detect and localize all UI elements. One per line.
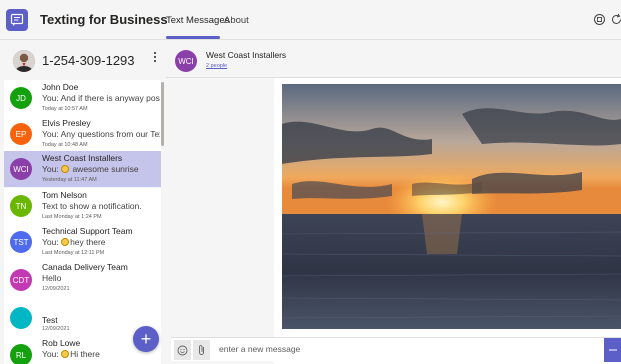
send-icon: [608, 349, 617, 351]
new-conversation-button[interactable]: +: [133, 326, 159, 352]
contact-name: Test: [42, 315, 58, 325]
refresh-icon[interactable]: [610, 13, 621, 26]
list-scrollbar[interactable]: [161, 82, 164, 146]
contact-name: Tom Nelson: [42, 190, 87, 200]
app-title: Texting for Business: [40, 12, 168, 27]
preview-prefix: You:: [42, 164, 62, 174]
list-item[interactable]: JD John Doe You: And if there is anyway …: [4, 80, 161, 116]
avatar: CDT: [10, 269, 32, 291]
sunrise-photo[interactable]: [282, 84, 621, 329]
preview-text: hey there: [70, 237, 106, 247]
message-preview: You: Any questions from our Textin: [42, 129, 160, 139]
preview-prefix: You:: [42, 349, 62, 359]
app-header: Texting for Business Text Messages About: [0, 0, 621, 40]
list-item[interactable]: TST Technical Support Team You: hey ther…: [4, 224, 161, 260]
smiley-emoji-icon: [61, 350, 70, 358]
message-preview: You: hey there: [42, 237, 160, 247]
list-item[interactable]: TN Tom Nelson Text to show a notificatio…: [4, 188, 161, 224]
timestamp: Yesterday at 11:47 AM: [42, 177, 97, 183]
timestamp: Today at 10:57 AM: [42, 106, 88, 112]
active-tab-indicator: [166, 36, 220, 39]
popout-icon[interactable]: [593, 13, 606, 26]
avatar: [10, 307, 32, 329]
message-composer: enter a new message: [171, 337, 621, 362]
account-phone-number: 1-254-309-1293: [42, 53, 135, 68]
preview-prefix: You:: [42, 237, 62, 247]
timestamp: 12/09/2021: [42, 326, 70, 332]
contact-name: Technical Support Team: [42, 226, 133, 236]
contact-name: Elvis Presley: [42, 118, 91, 128]
list-item[interactable]: EP Elvis Presley You: Any questions from…: [4, 116, 161, 151]
account-avatar: [13, 50, 35, 72]
preview-text: Hi there: [70, 349, 100, 359]
send-button[interactable]: [604, 338, 621, 362]
message-preview: You: awesome sunrise: [42, 164, 160, 174]
timestamp: Today at 10:48 AM: [42, 142, 88, 148]
preview-text: awesome sunrise: [72, 164, 139, 174]
chat-header: WCI West Coast Installers 2 people: [166, 40, 621, 78]
emoji-icon[interactable]: [174, 340, 191, 360]
chat-avatar: WCI: [175, 50, 197, 72]
contact-name: West Coast Installers: [42, 153, 123, 163]
contact-name: Canada Delivery Team: [42, 262, 128, 272]
avatar: TN: [10, 195, 32, 217]
avatar: WCI: [10, 158, 32, 180]
list-item[interactable]: CDT Canada Delivery Team Hello 12/09/202…: [4, 260, 161, 300]
conversation-sidebar: 1-254-309-1293 JD John Doe You: And if t…: [0, 40, 166, 364]
avatar: JD: [10, 87, 32, 109]
contact-name: Rob Lowe: [42, 338, 81, 348]
chat-panel: WCI West Coast Installers 2 people enter…: [166, 40, 621, 364]
message-input[interactable]: enter a new message: [219, 344, 300, 354]
participants-link[interactable]: 2 people: [206, 63, 227, 69]
message-preview: You: And if there is anyway possib: [42, 93, 160, 103]
tab-text-messages[interactable]: Text Messages: [166, 15, 229, 26]
avatar: RL: [10, 344, 32, 364]
smiley-emoji-icon: [61, 238, 70, 246]
message-preview: Hello: [42, 273, 62, 283]
avatar: EP: [10, 123, 32, 145]
contact-name: John Doe: [42, 82, 79, 92]
timestamp: 12/09/2021: [42, 286, 70, 292]
list-item-selected[interactable]: WCI West Coast Installers You: awesome s…: [4, 151, 161, 187]
chat-app-icon: [6, 9, 28, 31]
paperclip-icon[interactable]: [193, 340, 210, 360]
message-preview: Text to show a notification.: [42, 201, 142, 211]
more-options-icon[interactable]: [152, 51, 158, 65]
chat-title: West Coast Installers: [206, 50, 287, 60]
tab-about[interactable]: About: [224, 15, 249, 26]
timestamp: Last Monday at 1:24 PM: [42, 214, 102, 220]
smiley-emoji-icon: [61, 165, 70, 173]
timestamp: Last Monday at 12:11 PM: [42, 250, 105, 256]
avatar: TST: [10, 231, 32, 253]
